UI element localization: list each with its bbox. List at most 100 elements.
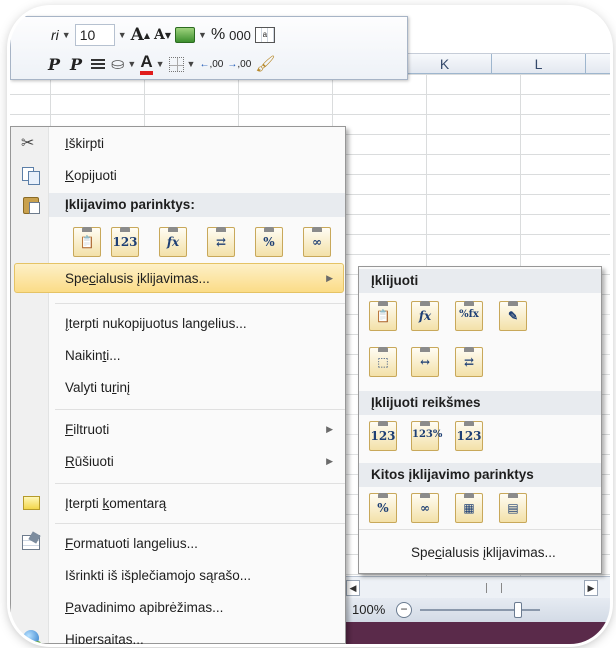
paste-option-formatting[interactable]: %	[369, 493, 397, 523]
menu-item-insert-comment[interactable]: Įterpti komentarą	[11, 487, 345, 519]
align-center-button[interactable]	[89, 52, 107, 76]
submenu-header-values: Įklijuoti reikšmes	[359, 391, 601, 415]
paste-option-values[interactable]: 123	[369, 421, 397, 451]
transpose-icon: ⇄	[463, 355, 475, 369]
paste-tile-formulas[interactable]: fx	[159, 227, 187, 257]
menu-item-cut[interactable]: ✂ Iškirpti	[11, 127, 345, 159]
format-painter-button[interactable]: 🖌	[255, 52, 275, 76]
bold-button[interactable]: P	[45, 52, 63, 76]
paste-option-transpose[interactable]: ⇄	[455, 347, 483, 377]
paste-options-label: Įklijavimo parinktys:	[65, 197, 195, 212]
paste-option-paste[interactable]: 📋	[369, 301, 397, 331]
font-color-button[interactable]: A ▼	[140, 52, 165, 76]
menu-item-label: Išrinkti iš išplečiamojo sąrašo...	[65, 567, 252, 583]
money-icon	[175, 27, 196, 43]
shrink-font-icon: A	[153, 27, 165, 43]
scroll-thumb-grip[interactable]	[486, 583, 502, 593]
menu-item-define-name[interactable]: Pavadinimo apibrėžimas...	[11, 591, 345, 623]
menu-item-hyperlink[interactable]: Hipersaitas...	[11, 623, 345, 644]
align-center-icon	[91, 58, 105, 70]
menu-item-pick-from-list[interactable]: Išrinkti iš išplečiamojo sąrašo...	[11, 559, 345, 591]
percent-formula-icon: %fx	[459, 309, 479, 320]
shrink-font-button[interactable]: A ▼	[154, 23, 171, 47]
decrease-decimal-icon: ,00	[237, 58, 252, 70]
paste-tile-transpose[interactable]: ⇄	[207, 227, 235, 257]
menu-item-delete[interactable]: Naikinti...	[11, 339, 345, 371]
column-header-k[interactable]: K	[398, 54, 492, 74]
globe-link-icon	[21, 629, 41, 644]
paste-option-linked-picture[interactable]: ▤	[499, 493, 527, 523]
format-cells-icon	[21, 531, 41, 553]
menu-item-label: Kopijuoti	[65, 167, 117, 183]
paste-option-link[interactable]: ∞	[411, 493, 439, 523]
zoom-out-button[interactable]: −	[396, 602, 412, 618]
chevron-down-icon: ▼	[117, 30, 127, 40]
submenu-arrow-icon: ▶	[326, 272, 333, 283]
zoom-level[interactable]: 100%	[352, 602, 385, 617]
paint-bucket-icon: ⛀	[111, 56, 125, 73]
paste-option-values-number-format[interactable]: 123%	[411, 421, 442, 451]
scroll-right-button[interactable]: ▶	[584, 580, 598, 596]
excel-window: K L ◀ ▶ 100% − ri ▼ 10 ▼ A ▲ A ▼ ▼ % 000…	[10, 8, 610, 644]
menu-item-filter[interactable]: Filtruoti ▶	[11, 413, 345, 445]
menu-item-label: Hipersaitas...	[65, 631, 144, 645]
taskbar-strip	[340, 622, 610, 644]
paste-options-header: Įklijavimo parinktys:	[49, 193, 345, 217]
menu-item-copy[interactable]: Kopijuoti	[11, 159, 345, 191]
accounting-format-button[interactable]: ▼	[175, 23, 207, 47]
font-name-box[interactable]: ri ▼	[51, 23, 71, 47]
menu-item-paste-special[interactable]: Specialusis įklijavimas... ▶	[11, 262, 345, 294]
scroll-left-button[interactable]: ◀	[346, 580, 360, 596]
menu-item-label: Įterpti komentarą	[65, 495, 167, 511]
merge-center-button[interactable]: a	[254, 23, 275, 47]
context-menu: ✂ Iškirpti Kopijuoti Įklijavimo parinkty…	[10, 126, 346, 644]
submenu-arrow-icon: ▶	[326, 423, 333, 434]
menu-item-clear-contents[interactable]: Valyti turinį	[11, 371, 345, 403]
zoom-slider-thumb[interactable]	[514, 602, 522, 618]
paste-option-formulas[interactable]: fx	[411, 301, 439, 331]
menu-item-label: Specialusis įklijavimas...	[65, 270, 210, 286]
increase-decimal-button[interactable]: ← ,00	[199, 52, 223, 76]
linked-picture-icon: ▤	[507, 501, 519, 515]
grow-font-button[interactable]: A ▲	[131, 23, 150, 47]
menu-item-label: Pavadinimo apibrėžimas...	[65, 599, 224, 615]
paste-option-values-source-formatting[interactable]: 123	[455, 421, 483, 451]
zoom-bar: 100% −	[340, 598, 610, 622]
menu-item-format-cells[interactable]: Formatuoti langelius...	[11, 527, 345, 559]
paste-option-keep-column-widths[interactable]: ↔	[411, 347, 439, 377]
paste-tile-formatting[interactable]: %	[255, 227, 283, 257]
paste-icon: 📋	[79, 235, 95, 249]
menu-item-sort[interactable]: Rūšiuoti ▶	[11, 445, 345, 477]
paste-tile-link[interactable]: ∞	[303, 227, 331, 257]
chevron-down-icon: ▼	[61, 30, 71, 40]
paste-option-no-borders[interactable]: ⬚	[369, 347, 397, 377]
borders-button[interactable]: ▼	[168, 52, 195, 76]
paste-option-formulas-number-format[interactable]: %fx	[455, 301, 483, 331]
transpose-icon: ⇄	[215, 235, 227, 249]
copy-icon	[21, 165, 41, 185]
menu-item-label: Valyti turinį	[65, 379, 131, 395]
submenu-separator	[359, 529, 601, 530]
font-name-text: ri	[51, 27, 59, 43]
font-size-value: 10	[74, 24, 115, 46]
column-header-l[interactable]: L	[492, 54, 586, 74]
menu-item-insert-copied[interactable]: Įterpti nukopijuotus langelius...	[11, 307, 345, 339]
submenu-item-paste-special[interactable]: Specialusis įklijavimas...	[411, 545, 556, 560]
paste-option-keep-source-formatting[interactable]: ✎	[499, 301, 527, 331]
menu-item-label: Įterpti nukopijuotus langelius...	[65, 315, 247, 331]
font-size-box[interactable]: 10 ▼	[74, 23, 127, 47]
grow-font-icon: A	[130, 25, 144, 45]
paste-option-picture[interactable]: ▦	[455, 493, 483, 523]
column-width-icon: ↔	[419, 355, 431, 369]
zoom-slider-track[interactable]	[420, 609, 540, 611]
paste-tile-values[interactable]: 123	[111, 227, 139, 257]
decrease-decimal-button[interactable]: → ,00	[227, 52, 251, 76]
percent-style-button[interactable]: %	[211, 23, 225, 47]
fill-color-button[interactable]: ⛀ ▼	[111, 52, 136, 76]
comma-style-button[interactable]: 000	[229, 23, 251, 47]
paste-tile-paste[interactable]: 📋	[73, 227, 101, 257]
italic-button[interactable]: P	[67, 52, 85, 76]
percent-brush-icon: %	[377, 501, 389, 515]
horizontal-scrollbar[interactable]: ◀ ▶	[340, 576, 610, 598]
submenu-header-paste: Įklijuoti	[359, 269, 601, 293]
